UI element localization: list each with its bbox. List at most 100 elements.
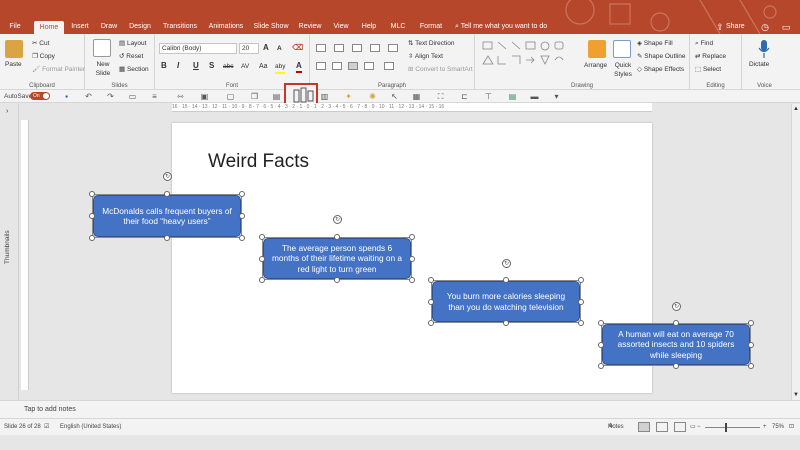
resize-handle[interactable]	[239, 191, 245, 197]
dictate-button[interactable]: Dictate	[749, 60, 769, 69]
font-color-button[interactable]: A	[296, 61, 302, 73]
history-icon[interactable]: ◷	[759, 21, 771, 33]
grow-font-button[interactable]: A	[263, 43, 269, 53]
tab-home[interactable]: Home	[34, 21, 64, 34]
language-indicator[interactable]: English (United States)	[60, 419, 121, 436]
font-size-select[interactable]: 20	[239, 43, 259, 54]
fact-box-3[interactable]: You burn more calories sleeping than you…	[432, 281, 580, 322]
fact-box-4[interactable]: A human will eat on average 70 assorted …	[602, 324, 750, 365]
shrink-font-button[interactable]: A	[277, 44, 282, 54]
resize-handle[interactable]	[259, 277, 265, 283]
decrease-indent-icon[interactable]	[352, 44, 362, 52]
clear-format-icon[interactable]: ⌫	[292, 43, 303, 53]
arrange-button[interactable]: Arrange	[584, 61, 607, 70]
qat-monitor-icon[interactable]: ▬	[530, 92, 539, 101]
underline-button[interactable]: U	[193, 61, 199, 71]
resize-handle[interactable]	[428, 299, 434, 305]
bold-button[interactable]: B	[161, 61, 167, 71]
qat-effect-icon[interactable]: ✦	[344, 92, 353, 101]
bullets-icon[interactable]	[316, 44, 326, 52]
resize-handle[interactable]	[503, 277, 509, 283]
reset-button[interactable]: ↺ Reset	[119, 52, 143, 61]
qat-grid-icon[interactable]: ▦	[412, 92, 421, 101]
qat-fit-icon[interactable]: ⛶	[436, 92, 445, 101]
qat-top-icon[interactable]: ⊤	[484, 92, 493, 101]
shapes-gallery-icon[interactable]	[481, 40, 576, 70]
align-center-icon[interactable]	[332, 62, 342, 70]
scroll-up-icon[interactable]: ▲	[793, 106, 799, 112]
qat-table-icon[interactable]: ▤	[508, 92, 517, 101]
columns-icon[interactable]	[384, 62, 394, 70]
highlight-button[interactable]: aby	[275, 62, 286, 74]
tab-format[interactable]: Format	[416, 20, 446, 34]
shape-outline-button[interactable]: ✎ Shape Outline	[637, 52, 685, 61]
qat-pointer-icon[interactable]: ↖	[390, 92, 399, 101]
resize-handle[interactable]	[409, 256, 415, 262]
resize-handle[interactable]	[409, 277, 415, 283]
save-icon[interactable]: ▪	[62, 92, 71, 101]
resize-handle[interactable]	[89, 191, 95, 197]
format-painter-button[interactable]: 🖌 Format Painter	[32, 65, 85, 74]
resize-handle[interactable]	[598, 320, 604, 326]
resize-handle[interactable]	[428, 277, 434, 283]
resize-handle[interactable]	[578, 277, 584, 283]
replace-button[interactable]: ⇄ Replace	[695, 52, 726, 61]
tab-transitions[interactable]: Transitions	[160, 20, 200, 34]
resize-handle[interactable]	[164, 235, 170, 241]
qat-bright-icon[interactable]: ✺	[368, 92, 377, 101]
rotate-handle-icon[interactable]: ↻	[502, 259, 511, 268]
thumbnails-pane[interactable]: › Thumbnails	[0, 104, 19, 400]
shape-fill-button[interactable]: ◈ Shape Fill	[637, 39, 673, 48]
qat-shape-icon[interactable]: ▢	[226, 92, 235, 101]
resize-handle[interactable]	[239, 213, 245, 219]
quick-styles-button[interactable]: Quick Styles	[611, 61, 635, 79]
character-spacing-button[interactable]: AV	[241, 62, 249, 72]
notes-pane[interactable]: Tap to add notes	[0, 400, 800, 418]
reading-view-icon[interactable]	[674, 422, 686, 432]
tab-mlc[interactable]: MLC	[386, 20, 410, 34]
resize-handle[interactable]	[578, 320, 584, 326]
resize-handle[interactable]	[334, 277, 340, 283]
comment-icon[interactable]: ▭	[780, 21, 792, 33]
align-left-icon[interactable]	[316, 62, 326, 70]
qat-copy-icon[interactable]: ❐	[250, 92, 259, 101]
spellcheck-icon[interactable]: ☑	[44, 419, 49, 436]
normal-view-icon[interactable]	[638, 422, 650, 432]
resize-handle[interactable]	[748, 320, 754, 326]
resize-handle[interactable]	[164, 191, 170, 197]
align-right-icon[interactable]	[348, 62, 358, 70]
resize-handle[interactable]	[748, 363, 754, 369]
shadow-button[interactable]: S	[209, 61, 214, 71]
fact-box-1[interactable]: McDonalds calls frequent buyers of their…	[93, 195, 241, 237]
resize-handle[interactable]	[598, 342, 604, 348]
redo-icon[interactable]: ↷	[106, 92, 115, 101]
slide-title[interactable]: Weird Facts	[208, 151, 309, 173]
new-slide-button[interactable]: New Slide	[91, 60, 115, 78]
convert-smartart-button[interactable]: ⊞ Convert to SmartArt	[408, 65, 473, 74]
resize-handle[interactable]	[428, 320, 434, 326]
resize-handle[interactable]	[259, 256, 265, 262]
autosave-toggle[interactable]: On	[30, 92, 50, 100]
change-case-button[interactable]: Aa	[259, 62, 268, 72]
resize-handle[interactable]	[259, 234, 265, 240]
section-button[interactable]: ▦ Section	[119, 65, 149, 74]
tab-help[interactable]: Help	[358, 20, 380, 34]
tab-draw[interactable]: Draw	[98, 20, 120, 34]
tab-slide-show[interactable]: Slide Show	[252, 20, 290, 34]
shape-effects-button[interactable]: ◇ Shape Effects	[637, 65, 684, 74]
increase-indent-icon[interactable]	[370, 44, 380, 52]
resize-handle[interactable]	[598, 363, 604, 369]
fit-slide-icon[interactable]: ⊡	[789, 419, 794, 436]
tab-view[interactable]: View	[330, 20, 352, 34]
zoom-level[interactable]: 75%	[772, 419, 784, 436]
qat-align-icon[interactable]: ≡	[150, 92, 159, 101]
qat-group-icon[interactable]: ▣	[200, 92, 209, 101]
find-button[interactable]: ⌕ Find	[695, 39, 713, 48]
resize-handle[interactable]	[239, 235, 245, 241]
zoom-out-icon[interactable]: −	[697, 419, 701, 436]
justify-icon[interactable]	[364, 62, 374, 70]
align-text-button[interactable]: ⇳ Align Text	[408, 52, 443, 61]
zoom-in-icon[interactable]: +	[763, 419, 767, 436]
slideshow-view-icon[interactable]: ▭	[690, 419, 696, 436]
tab-review[interactable]: Review	[296, 20, 324, 34]
